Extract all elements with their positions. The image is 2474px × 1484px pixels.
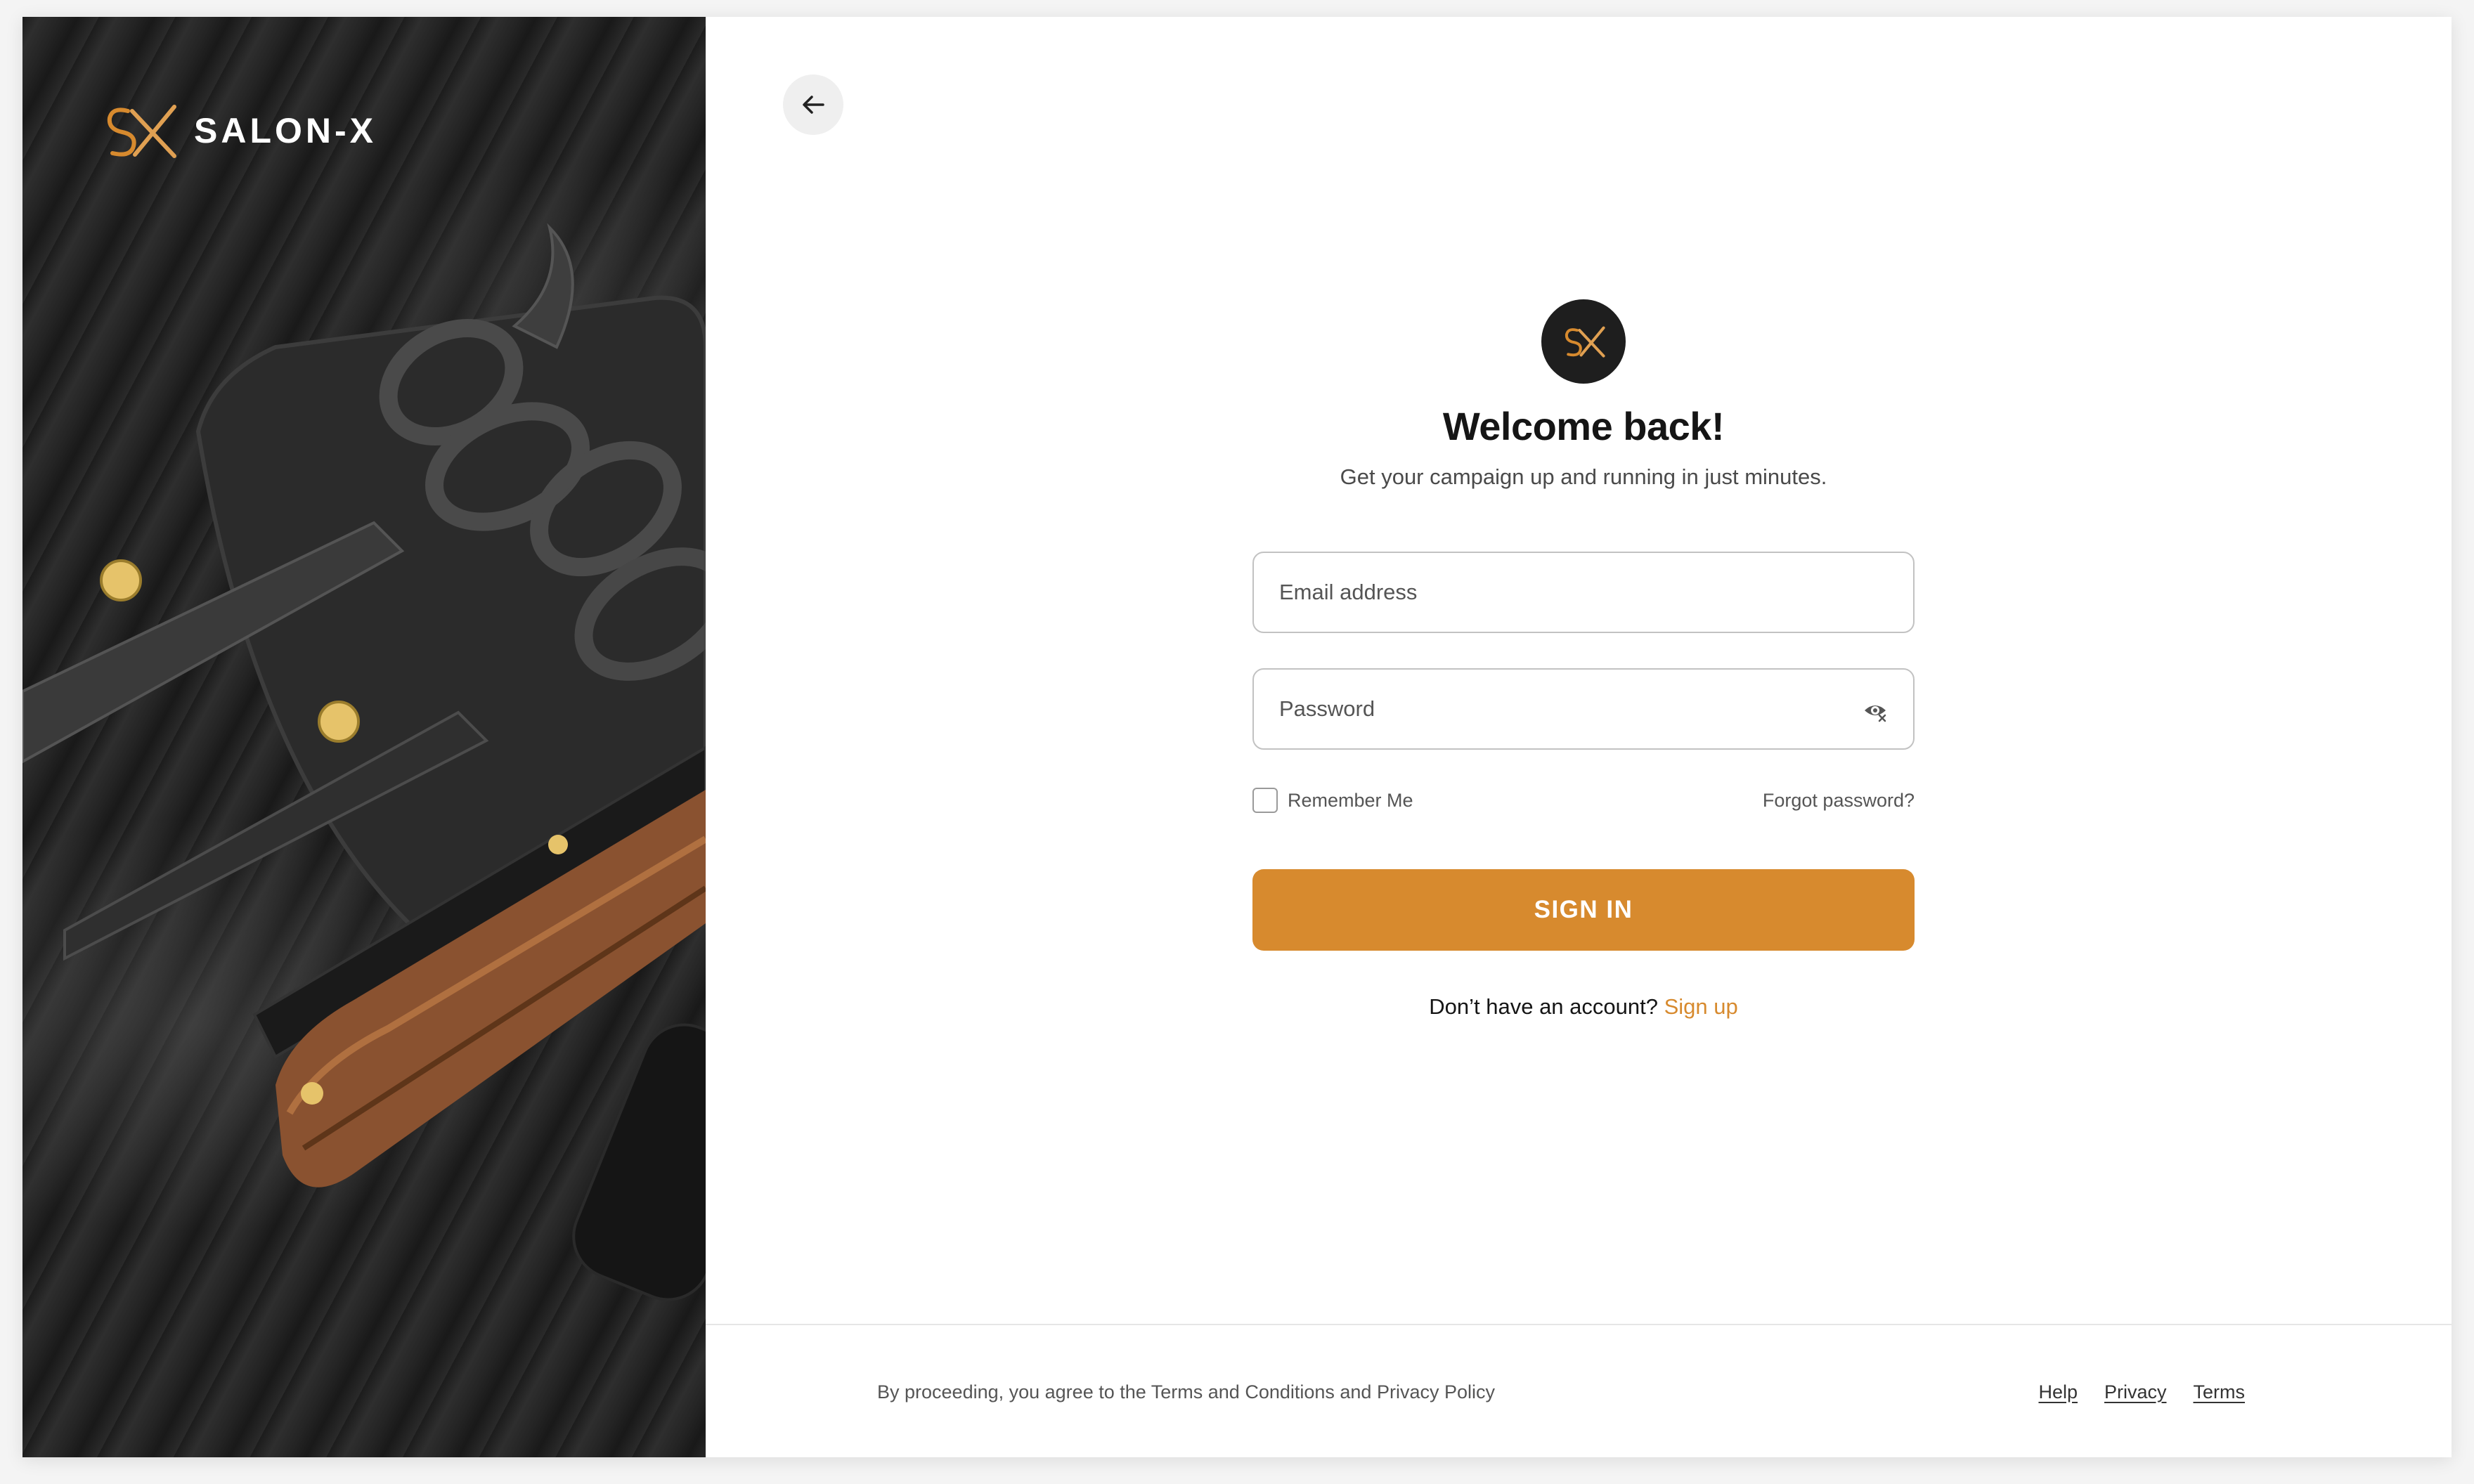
sign-in-button[interactable]: SIGN IN [1252, 869, 1915, 951]
remember-me-label: Remember Me [1288, 789, 1413, 811]
password-input[interactable] [1254, 670, 1913, 748]
footer-link-terms[interactable]: Terms [2194, 1381, 2246, 1403]
app-window: SALON-X Welcome back! Get your campaign … [22, 17, 2452, 1457]
footer: By proceeding, you agree to the Terms an… [706, 1324, 2452, 1457]
brand-name: SALON-X [194, 111, 377, 150]
remember-me-checkbox[interactable] [1252, 788, 1278, 813]
password-field[interactable] [1252, 668, 1915, 750]
page-subtitle: Get your campaign up and running in just… [1340, 464, 1827, 489]
signup-prompt: Don’t have an account? Sign up [1252, 994, 1915, 1020]
remember-me-toggle[interactable]: Remember Me [1252, 788, 1413, 813]
arrow-left-icon [803, 96, 824, 114]
terms-disclaimer: By proceeding, you agree to the Terms an… [877, 1381, 1495, 1402]
page-title: Welcome back! [1442, 404, 1725, 448]
brand-avatar [1541, 299, 1626, 384]
email-input[interactable] [1254, 553, 1913, 632]
back-button[interactable] [783, 74, 843, 135]
email-field[interactable] [1252, 552, 1915, 633]
forgot-password-link[interactable]: Forgot password? [1763, 790, 1915, 812]
footer-links: Help Privacy Terms [2038, 1381, 2245, 1403]
salon-x-logo-icon [107, 105, 176, 158]
options-row: Remember Me Forgot password? [1252, 786, 1915, 814]
sign-up-link[interactable]: Sign up [1664, 994, 1738, 1019]
eye-off-icon[interactable] [1863, 698, 1888, 723]
login-panel: Welcome back! Get your campaign up and r… [706, 17, 2452, 1457]
salon-x-logo-icon [1565, 326, 1605, 358]
barber-tools-illustration [22, 223, 706, 1301]
signup-prompt-text: Don’t have an account? [1429, 994, 1658, 1019]
login-form: Welcome back! Get your campaign up and r… [1252, 299, 1915, 1020]
brand-logo[interactable]: SALON-X [100, 96, 377, 166]
footer-link-help[interactable]: Help [2038, 1381, 2078, 1403]
hero-image-panel: SALON-X [22, 17, 706, 1457]
footer-link-privacy[interactable]: Privacy [2104, 1381, 2167, 1403]
